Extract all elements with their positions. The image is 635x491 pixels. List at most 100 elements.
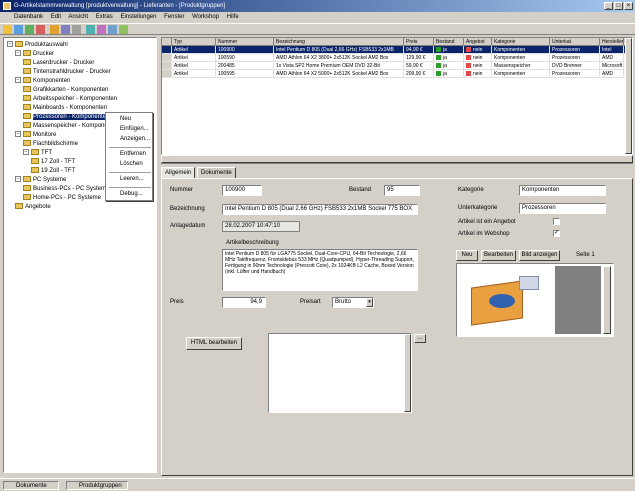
- tree-item[interactable]: − Drucker: [15, 50, 54, 59]
- tree-item[interactable]: 17 Zoll - TFT: [31, 158, 75, 167]
- grid-cell[interactable]: 94,90 €: [404, 46, 434, 54]
- grid-cell[interactable]: 209,90 €: [404, 70, 434, 78]
- grid-header[interactable]: Bestand: [434, 38, 464, 46]
- tree-item[interactable]: Prozessoren - Komponenten: [23, 113, 110, 122]
- grid-cell[interactable]: Komponenten: [492, 46, 550, 54]
- context-item-debug[interactable]: Debug...: [120, 190, 143, 199]
- bestand-field[interactable]: 95: [384, 185, 420, 196]
- product-grid[interactable]: Typ Nummer Bezeichnung Preis Bestand Angebot K…: [161, 37, 633, 155]
- tree-expander-icon[interactable]: −: [15, 176, 21, 183]
- image-edit-button[interactable]: Bearbeiten: [481, 250, 516, 261]
- menu-help[interactable]: Hilfe: [227, 14, 239, 20]
- menu-window[interactable]: Fenster: [164, 14, 184, 20]
- tree-expander-icon[interactable]: −: [7, 41, 13, 48]
- html-preview-scrollbar[interactable]: [404, 334, 411, 412]
- beschreibung-textarea[interactable]: Intel Pentium D 805 für LGA775 Sockel, D…: [222, 249, 418, 291]
- grid-cell[interactable]: ja: [434, 46, 464, 54]
- row-indicator[interactable]: [162, 70, 172, 78]
- grid-cell[interactable]: Artikel: [172, 62, 216, 70]
- ellipsis-icon[interactable]: …: [414, 334, 426, 343]
- tree-item[interactable]: Mainboards - Komponenten: [23, 104, 107, 113]
- html-edit-button[interactable]: HTML bearbeiten: [186, 337, 242, 350]
- grid-cell[interactable]: nein: [464, 62, 492, 70]
- menu-view[interactable]: Ansicht: [68, 14, 88, 20]
- tree-item[interactable]: Business-PCs - PC Systeme: [23, 185, 109, 194]
- grid-header[interactable]: Unterkat.: [550, 38, 600, 46]
- print-icon[interactable]: [72, 25, 81, 34]
- filter-icon[interactable]: [97, 25, 106, 34]
- grid-cell[interactable]: Artikel: [172, 46, 216, 54]
- save-icon[interactable]: [61, 25, 70, 34]
- grid-cell[interactable]: Artikel: [172, 70, 216, 78]
- grid-cell[interactable]: AMD: [600, 54, 624, 62]
- tree-item[interactable]: Grafikkarten - Komponenten: [23, 86, 108, 95]
- tree-item[interactable]: Angebote: [15, 203, 51, 212]
- grid-cell[interactable]: 1x Vista SP2 Home Premium OEM DVD 32-Bit: [274, 62, 404, 70]
- grid-header[interactable]: Preis: [404, 38, 434, 46]
- html-preview-area[interactable]: [268, 333, 412, 413]
- grid-cell[interactable]: Prozessoren: [550, 70, 600, 78]
- preis-field[interactable]: 94,9: [222, 297, 266, 308]
- tab-allgemein[interactable]: Allgemein: [161, 167, 196, 178]
- tree-item[interactable]: 19 Zoll - TFT: [31, 167, 75, 176]
- tree-item[interactable]: − Monitore: [15, 131, 56, 140]
- context-item-insert[interactable]: Einfügen...: [120, 125, 149, 134]
- menu-workshop[interactable]: Workshop: [192, 14, 219, 20]
- tree-item[interactable]: Arbeitsspeicher - Komponenten: [23, 95, 117, 104]
- splitter[interactable]: [161, 163, 633, 165]
- status-productgroups[interactable]: Produktgruppen: [66, 481, 128, 490]
- delete-icon[interactable]: [36, 25, 45, 34]
- context-item-clear[interactable]: Leeren...: [120, 175, 144, 184]
- tree-item[interactable]: Home-PCs - PC Systeme: [23, 194, 101, 203]
- tree-item[interactable]: − PC Systeme: [15, 176, 66, 185]
- grid-cell[interactable]: ja: [434, 70, 464, 78]
- grid-cell[interactable]: 59,90 €: [404, 62, 434, 70]
- row-indicator[interactable]: [162, 46, 172, 54]
- folder-icon[interactable]: [50, 25, 59, 34]
- unterkategorie-field[interactable]: Prozessoren: [519, 203, 606, 214]
- tree-expander-icon[interactable]: −: [15, 77, 21, 84]
- grid-cell[interactable]: Intel Pentium D 805 (Dual 2,66 GHz) FSB5…: [274, 46, 404, 54]
- grid-header[interactable]: Angebot: [464, 38, 492, 46]
- minimize-button[interactable]: _: [604, 2, 613, 10]
- context-item-new[interactable]: Neu: [120, 115, 131, 124]
- tree-item[interactable]: Tintenstrahldrucker - Drucker: [23, 68, 110, 77]
- menu-edit[interactable]: Edit: [51, 14, 61, 20]
- bezeichnung-field[interactable]: Intel Pentium D 805 (Dual 2,66 GHz) FSB5…: [222, 204, 418, 215]
- grid-cell[interactable]: Artikel: [172, 54, 216, 62]
- image-scrollbar[interactable]: [603, 266, 611, 334]
- context-item-remove[interactable]: Entfernen: [120, 150, 146, 159]
- grid-cell[interactable]: 100590: [216, 54, 274, 62]
- grid-cell[interactable]: nein: [464, 46, 492, 54]
- row-indicator[interactable]: [162, 54, 172, 62]
- grid-cell[interactable]: Intel: [600, 46, 624, 54]
- grid-cell[interactable]: Massenspeicher: [492, 62, 550, 70]
- tab-dokumente[interactable]: Dokumente: [197, 167, 236, 178]
- grid-cell[interactable]: Microsoft: [600, 62, 624, 70]
- grid-header[interactable]: Hersteller: [600, 38, 624, 46]
- grid-cell[interactable]: Prozessoren: [550, 46, 600, 54]
- tree-expander-icon[interactable]: −: [23, 149, 29, 156]
- home-icon[interactable]: [3, 25, 12, 34]
- grid-cell[interactable]: AMD Athlon 64 X2 3800+ 2x512K Sockel AM2…: [274, 54, 404, 62]
- grid-header[interactable]: Kategorie: [492, 38, 550, 46]
- grid-cell[interactable]: Komponenten: [492, 54, 550, 62]
- row-indicator[interactable]: [162, 62, 172, 70]
- image-show-button[interactable]: Bild anzeigen: [519, 250, 560, 261]
- menu-database[interactable]: Datenbank: [14, 14, 43, 20]
- maximize-button[interactable]: □: [614, 2, 623, 10]
- search-icon[interactable]: [86, 25, 95, 34]
- grid-cell[interactable]: 129,90 €: [404, 54, 434, 62]
- grid-cell[interactable]: nein: [464, 54, 492, 62]
- tree-item[interactable]: − Produktauswahl: [7, 41, 68, 50]
- grid-horizontal-scrollbar[interactable]: [161, 155, 633, 163]
- grid-cell[interactable]: 100595: [216, 70, 274, 78]
- tree-item[interactable]: − TFT: [23, 149, 52, 158]
- tree-item[interactable]: Laserdrucker - Drucker: [23, 59, 94, 68]
- grid-cell[interactable]: AMD Athlon 64 X2 5000+ 2x512K Sockel AM2…: [274, 70, 404, 78]
- grid-cell[interactable]: Prozessoren: [550, 54, 600, 62]
- grid-header[interactable]: Typ: [172, 38, 216, 46]
- nummer-field[interactable]: 100900: [222, 185, 262, 196]
- settings-icon[interactable]: [119, 25, 128, 34]
- angebot-checkbox[interactable]: [553, 218, 560, 225]
